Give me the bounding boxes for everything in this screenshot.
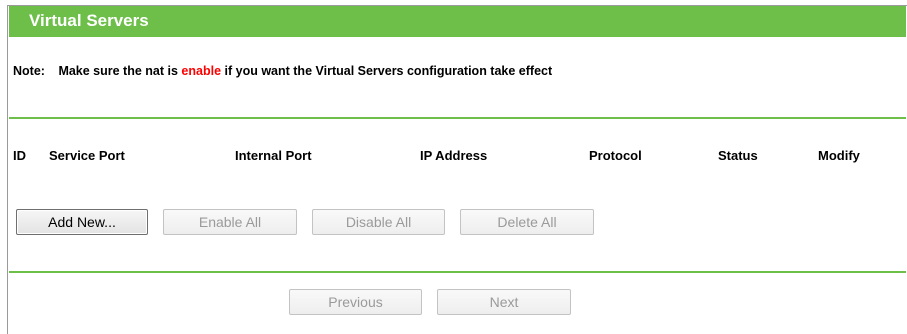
divider-top [9,117,906,119]
column-header-id: ID [13,148,26,163]
disable-all-button[interactable]: Disable All [312,209,445,235]
page-title: Virtual Servers [29,11,149,30]
column-header-modify: Modify [818,148,860,163]
note-line: Note: Make sure the nat is enable if you… [13,64,552,78]
column-header-protocol: Protocol [589,148,642,163]
divider-bottom [9,271,906,273]
column-header-status: Status [718,148,758,163]
title-bar: Virtual Servers [9,6,906,37]
enable-all-button[interactable]: Enable All [163,209,297,235]
note-highlight: enable [181,64,222,78]
note-text-before: Make sure the nat is [58,64,178,78]
column-header-service-port: Service Port [49,148,125,163]
delete-all-button[interactable]: Delete All [460,209,594,235]
next-button[interactable]: Next [437,289,571,315]
column-header-ip-address: IP Address [420,148,488,163]
previous-button[interactable]: Previous [289,289,422,315]
virtual-servers-panel: Virtual Servers Note: Make sure the nat … [7,5,907,334]
add-new-button[interactable]: Add New... [16,209,148,235]
note-text-after: if you want the Virtual Servers configur… [224,64,553,78]
column-header-internal-port: Internal Port [235,148,312,163]
note-label: Note: [13,64,45,78]
